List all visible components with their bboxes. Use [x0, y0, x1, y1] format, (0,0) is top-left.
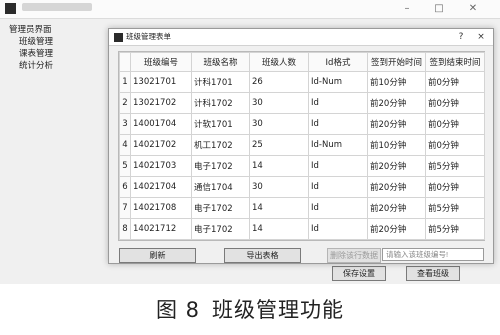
- table-cell[interactable]: 14021702: [130, 134, 192, 156]
- table-cell[interactable]: 30: [249, 176, 309, 198]
- table-cell[interactable]: 前20分钟: [367, 176, 426, 198]
- app-icon: [5, 3, 16, 14]
- table-header-row: 班级编号 班级名称 班级人数 Id格式 签到开始时间 签到结束时间: [119, 52, 485, 72]
- table-cell[interactable]: 14021704: [130, 176, 192, 198]
- table-cell[interactable]: 通信1704: [191, 176, 250, 198]
- app-title-blurred: [22, 3, 92, 11]
- table-cell[interactable]: 前20分钟: [367, 197, 426, 219]
- table-cell[interactable]: 13021702: [130, 92, 192, 114]
- table-cell[interactable]: Id: [308, 218, 368, 240]
- table-cell[interactable]: 前0分钟: [425, 134, 485, 156]
- table-cell[interactable]: 前10分钟: [367, 71, 426, 93]
- table-cell[interactable]: 25: [249, 134, 309, 156]
- row-number[interactable]: 3: [119, 113, 131, 135]
- table-cell[interactable]: 14: [249, 197, 309, 219]
- table-cell[interactable]: 前20分钟: [367, 218, 426, 240]
- table-cell[interactable]: 前5分钟: [425, 197, 485, 219]
- table-cell[interactable]: 计科1702: [191, 92, 250, 114]
- table-cell[interactable]: 电子1702: [191, 155, 250, 177]
- delete-row-button[interactable]: 删除该行数据: [327, 248, 381, 263]
- close-icon[interactable]: ×: [475, 31, 487, 43]
- figure-caption: 图 8 班级管理功能: [0, 297, 500, 323]
- help-icon[interactable]: ?: [455, 31, 467, 43]
- menu-item-class-management[interactable]: 班级管理: [19, 37, 53, 47]
- row-number[interactable]: 8: [119, 218, 131, 240]
- figure-number: 图 8: [155, 298, 201, 322]
- dialog-title-bar: 班级管理表单 ? ×: [109, 29, 493, 46]
- table-cell[interactable]: Id: [308, 197, 368, 219]
- row-number[interactable]: 5: [119, 155, 131, 177]
- class-table: 班级编号 班级名称 班级人数 Id格式 签到开始时间 签到结束时间 1 13021…: [119, 52, 485, 240]
- table-cell[interactable]: 前10分钟: [367, 134, 426, 156]
- column-header[interactable]: 班级人数: [249, 52, 309, 72]
- figure-title: 班级管理功能: [212, 298, 345, 322]
- table-cell[interactable]: Id: [308, 92, 368, 114]
- view-class-button[interactable]: 查看班级: [406, 266, 460, 281]
- row-number[interactable]: 6: [119, 176, 131, 198]
- dialog-title: 班级管理表单: [126, 32, 171, 41]
- table-row[interactable]: 1 13021701 计科1701 26 Id-Num 前10分钟 前0分钟: [119, 71, 485, 93]
- table-cell[interactable]: 14001704: [130, 113, 192, 135]
- table-row[interactable]: 2 13021702 计科1702 30 Id 前20分钟 前0分钟: [119, 92, 485, 114]
- dialog-icon: [114, 33, 123, 42]
- table-cell[interactable]: 14: [249, 218, 309, 240]
- table-cell[interactable]: 前0分钟: [425, 92, 485, 114]
- row-number[interactable]: 4: [119, 134, 131, 156]
- table-cell[interactable]: 14021712: [130, 218, 192, 240]
- class-id-search-input[interactable]: [382, 248, 484, 261]
- table-cell[interactable]: 前0分钟: [425, 113, 485, 135]
- table-cell[interactable]: Id-Num: [308, 134, 368, 156]
- row-number[interactable]: 1: [119, 71, 131, 93]
- table-cell[interactable]: 26: [249, 71, 309, 93]
- main-title-bar: – □ ✕: [0, 0, 500, 19]
- menu-root[interactable]: 管理员界面: [9, 25, 52, 35]
- corner-header: [119, 52, 131, 72]
- column-header[interactable]: 班级编号: [130, 52, 192, 72]
- table-row[interactable]: 7 14021708 电子1702 14 Id 前20分钟 前5分钟: [119, 197, 485, 219]
- column-header[interactable]: Id格式: [308, 52, 368, 72]
- table-cell[interactable]: 机工1702: [191, 134, 250, 156]
- table-cell[interactable]: 14: [249, 155, 309, 177]
- class-table-container[interactable]: 班级编号 班级名称 班级人数 Id格式 签到开始时间 签到结束时间 1 13021…: [118, 51, 485, 241]
- table-cell[interactable]: 前20分钟: [367, 92, 426, 114]
- column-header[interactable]: 签到开始时间: [367, 52, 426, 72]
- menu-item-statistics[interactable]: 统计分析: [19, 61, 53, 71]
- table-cell[interactable]: 前0分钟: [425, 176, 485, 198]
- table-cell[interactable]: 14021708: [130, 197, 192, 219]
- row-number[interactable]: 7: [119, 197, 131, 219]
- minimize-button[interactable]: –: [394, 2, 420, 15]
- table-cell[interactable]: Id: [308, 113, 368, 135]
- column-header[interactable]: 班级名称: [191, 52, 250, 72]
- table-row[interactable]: 5 14021703 电子1702 14 Id 前20分钟 前5分钟: [119, 155, 485, 177]
- table-cell[interactable]: 计科1701: [191, 71, 250, 93]
- table-cell[interactable]: 30: [249, 92, 309, 114]
- table-cell[interactable]: 前5分钟: [425, 155, 485, 177]
- refresh-button[interactable]: 刷新: [119, 248, 196, 263]
- menu-item-schedule-management[interactable]: 课表管理: [19, 49, 53, 59]
- table-row[interactable]: 3 14001704 计软1701 30 Id 前20分钟 前0分钟: [119, 113, 485, 135]
- table-row[interactable]: 8 14021712 电子1702 14 Id 前20分钟 前5分钟: [119, 218, 485, 240]
- table-cell[interactable]: 前5分钟: [425, 218, 485, 240]
- class-management-dialog: 班级管理表单 ? × 班级编号 班级名称 班级人数 Id格式 签到开始时间 签到…: [108, 28, 494, 264]
- export-table-button[interactable]: 导出表格: [224, 248, 301, 263]
- table-row[interactable]: 4 14021702 机工1702 25 Id-Num 前10分钟 前0分钟: [119, 134, 485, 156]
- table-cell[interactable]: Id: [308, 155, 368, 177]
- table-cell[interactable]: 电子1702: [191, 218, 250, 240]
- column-header[interactable]: 签到结束时间: [425, 52, 485, 72]
- close-window-button[interactable]: ✕: [460, 2, 486, 15]
- table-cell[interactable]: Id-Num: [308, 71, 368, 93]
- table-row[interactable]: 6 14021704 通信1704 30 Id 前20分钟 前0分钟: [119, 176, 485, 198]
- table-cell[interactable]: 前20分钟: [367, 113, 426, 135]
- save-settings-button[interactable]: 保存设置: [332, 266, 386, 281]
- table-cell[interactable]: 前0分钟: [425, 71, 485, 93]
- row-number[interactable]: 2: [119, 92, 131, 114]
- table-cell[interactable]: 30: [249, 113, 309, 135]
- table-cell[interactable]: 计软1701: [191, 113, 250, 135]
- table-cell[interactable]: 电子1702: [191, 197, 250, 219]
- table-cell[interactable]: 前20分钟: [367, 155, 426, 177]
- table-cell[interactable]: 13021701: [130, 71, 192, 93]
- maximize-button[interactable]: □: [426, 2, 452, 15]
- table-cell[interactable]: Id: [308, 176, 368, 198]
- table-cell[interactable]: 14021703: [130, 155, 192, 177]
